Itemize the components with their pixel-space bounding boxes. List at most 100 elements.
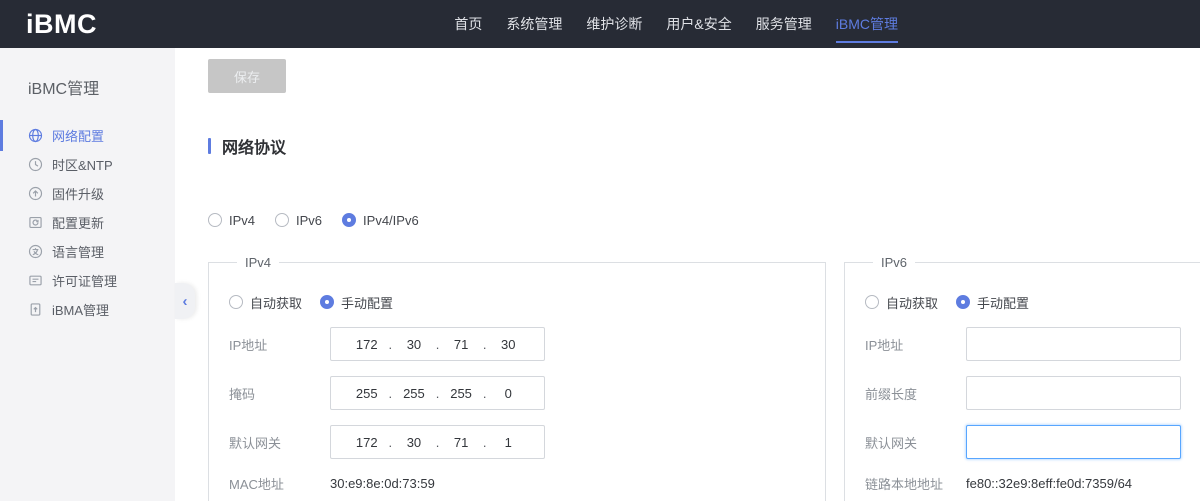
nav-item-service-management[interactable]: 服务管理 — [756, 0, 812, 48]
nav-item-user-security[interactable]: 用户&安全 — [666, 0, 731, 48]
sidebar-title: iBMC管理 — [0, 48, 175, 99]
ipv4-gateway-label: 默认网关 — [229, 433, 330, 452]
chevron-left-icon: ‹ — [183, 294, 188, 309]
sidebar-item-license-management[interactable]: 许可证管理 — [0, 266, 175, 295]
sidebar-item-firmware-upgrade[interactable]: 固件升级 — [0, 179, 175, 208]
ipv4-auto-label: 自动获取 — [250, 293, 302, 312]
radio-checked-icon — [956, 295, 970, 309]
sidebar-item-label: iBMA管理 — [52, 300, 109, 319]
section-header: 网络协议 — [208, 137, 1200, 155]
nav-item-home[interactable]: 首页 — [454, 0, 482, 48]
ipv6-ip-row: IP地址 — [865, 327, 1200, 361]
ipv4-radio-manual[interactable]: 手动配置 — [320, 293, 393, 312]
ipv6-link-local-value: fe80::32e9:8eff:fe0d:7359/64 — [966, 476, 1132, 491]
radio-unchecked-icon — [865, 295, 879, 309]
main-content: 保存 网络协议 IPv4 IPv6 IPv4/IPv6 IPv4 — [175, 48, 1200, 501]
radio-unchecked-icon — [208, 213, 222, 227]
ipv4-ip-row: IP地址 172 . 30 . 71 . 30 — [229, 327, 825, 361]
ipv6-gateway-row: 默认网关 — [865, 425, 1200, 459]
ip-octet-1[interactable]: 172 — [345, 337, 389, 352]
radio-checked-icon — [320, 295, 334, 309]
sidebar-item-ibma-management[interactable]: iBMA管理 — [0, 295, 175, 324]
ipv6-link-local-row: 链路本地地址 fe80::32e9:8eff:fe0d:7359/64 — [865, 473, 1200, 493]
radio-ipv6[interactable]: IPv6 — [275, 213, 322, 228]
gw-octet-3[interactable]: 71 — [439, 435, 483, 450]
sidebar-item-language-management[interactable]: 语言管理 — [0, 237, 175, 266]
mask-octet-3[interactable]: 255 — [439, 386, 483, 401]
ipv6-prefix-row: 前缀长度 — [865, 376, 1200, 410]
ipv4-radio-auto[interactable]: 自动获取 — [229, 293, 302, 312]
nav-item-ibmc-management[interactable]: iBMC管理 — [836, 0, 898, 48]
ipv4-fieldset: IPv4 自动获取 手动配置 IP地址 172 . — [208, 255, 826, 501]
ip-octet-3[interactable]: 71 — [439, 337, 483, 352]
ipv6-link-local-label: 链路本地地址 — [865, 474, 966, 493]
sidebar-menu: 网络配置 时区&NTP 固件升级 配置更新 语言管理 许可证管理 — [0, 121, 175, 324]
radio-ipv4[interactable]: IPv4 — [208, 213, 255, 228]
ipv4-gateway-row: 默认网关 172 . 30 . 71 . 1 — [229, 425, 825, 459]
ipv4-mask-input[interactable]: 255 . 255 . 255 . 0 — [330, 376, 545, 410]
config-update-icon — [28, 215, 43, 230]
ipv6-legend: IPv6 — [873, 255, 915, 270]
radio-checked-icon — [342, 213, 356, 227]
ipv4-mask-label: 掩码 — [229, 384, 330, 403]
ipv6-prefix-input[interactable] — [966, 376, 1181, 410]
ipv6-prefix-label: 前缀长度 — [865, 384, 966, 403]
gw-octet-2[interactable]: 30 — [392, 435, 436, 450]
sidebar-item-label: 网络配置 — [52, 126, 104, 145]
ipv6-radio-manual[interactable]: 手动配置 — [956, 293, 1029, 312]
radio-unchecked-icon — [275, 213, 289, 227]
network-fieldsets: IPv4 自动获取 手动配置 IP地址 172 . — [208, 255, 1200, 501]
save-button[interactable]: 保存 — [208, 59, 286, 93]
ipv4-mode-radio-group: 自动获取 手动配置 — [229, 294, 825, 310]
ipv6-mode-radio-group: 自动获取 手动配置 — [865, 294, 1200, 310]
gw-octet-1[interactable]: 172 — [345, 435, 389, 450]
mask-octet-1[interactable]: 255 — [345, 386, 389, 401]
sidebar-item-label: 许可证管理 — [52, 271, 117, 290]
page-layout: iBMC管理 网络配置 时区&NTP 固件升级 配置更新 语言管理 — [0, 48, 1200, 501]
ipv6-fieldset: IPv6 自动获取 手动配置 IP地址 前缀长度 — [844, 255, 1200, 501]
ipv6-ip-input[interactable] — [966, 327, 1181, 361]
section-title: 网络协议 — [222, 134, 286, 158]
gw-octet-4[interactable]: 1 — [486, 435, 530, 450]
sidebar-item-label: 语言管理 — [52, 242, 104, 261]
ipv6-manual-label: 手动配置 — [977, 293, 1029, 312]
ip-octet-2[interactable]: 30 — [392, 337, 436, 352]
ipv4-manual-label: 手动配置 — [341, 293, 393, 312]
ibma-doc-icon — [28, 302, 43, 317]
mask-octet-4[interactable]: 0 — [486, 386, 530, 401]
nav-item-system-management[interactable]: 系统管理 — [506, 0, 562, 48]
clock-icon — [28, 157, 43, 172]
ipv6-gateway-input[interactable] — [966, 425, 1181, 459]
top-nav: 首页 系统管理 维护诊断 用户&安全 服务管理 iBMC管理 — [454, 0, 1200, 48]
nav-item-maintenance-diagnosis[interactable]: 维护诊断 — [586, 0, 642, 48]
app-logo: iBMC — [26, 9, 97, 40]
upgrade-circle-icon — [28, 186, 43, 201]
sidebar-item-network-config[interactable]: 网络配置 — [0, 121, 175, 150]
language-icon — [28, 244, 43, 259]
ipv4-mac-row: MAC地址 30:e9:8e:0d:73:59 — [229, 473, 825, 493]
ipv6-radio-auto[interactable]: 自动获取 — [865, 293, 938, 312]
section-accent-bar — [208, 138, 211, 154]
radio-ipv4-ipv6[interactable]: IPv4/IPv6 — [342, 213, 419, 228]
radio-ipv6-label: IPv6 — [296, 213, 322, 228]
ipv6-ip-label: IP地址 — [865, 335, 966, 354]
protocol-radio-group: IPv4 IPv6 IPv4/IPv6 — [208, 212, 1200, 228]
globe-icon — [28, 128, 43, 143]
sidebar-item-label: 时区&NTP — [52, 155, 113, 174]
ipv4-gateway-input[interactable]: 172 . 30 . 71 . 1 — [330, 425, 545, 459]
ipv4-mask-row: 掩码 255 . 255 . 255 . 0 — [229, 376, 825, 410]
sidebar-item-label: 配置更新 — [52, 213, 104, 232]
ipv4-mac-label: MAC地址 — [229, 474, 330, 493]
radio-unchecked-icon — [229, 295, 243, 309]
sidebar-item-label: 固件升级 — [52, 184, 104, 203]
sidebar: iBMC管理 网络配置 时区&NTP 固件升级 配置更新 语言管理 — [0, 48, 175, 501]
sidebar-collapse-button[interactable]: ‹ — [175, 283, 195, 319]
sidebar-item-config-update[interactable]: 配置更新 — [0, 208, 175, 237]
topbar: iBMC 首页 系统管理 维护诊断 用户&安全 服务管理 iBMC管理 — [0, 0, 1200, 48]
sidebar-item-timezone-ntp[interactable]: 时区&NTP — [0, 150, 175, 179]
radio-ipv4-ipv6-label: IPv4/IPv6 — [363, 213, 419, 228]
ip-octet-4[interactable]: 30 — [486, 337, 530, 352]
ipv4-ip-input[interactable]: 172 . 30 . 71 . 30 — [330, 327, 545, 361]
ipv4-mac-value: 30:e9:8e:0d:73:59 — [330, 476, 435, 491]
mask-octet-2[interactable]: 255 — [392, 386, 436, 401]
